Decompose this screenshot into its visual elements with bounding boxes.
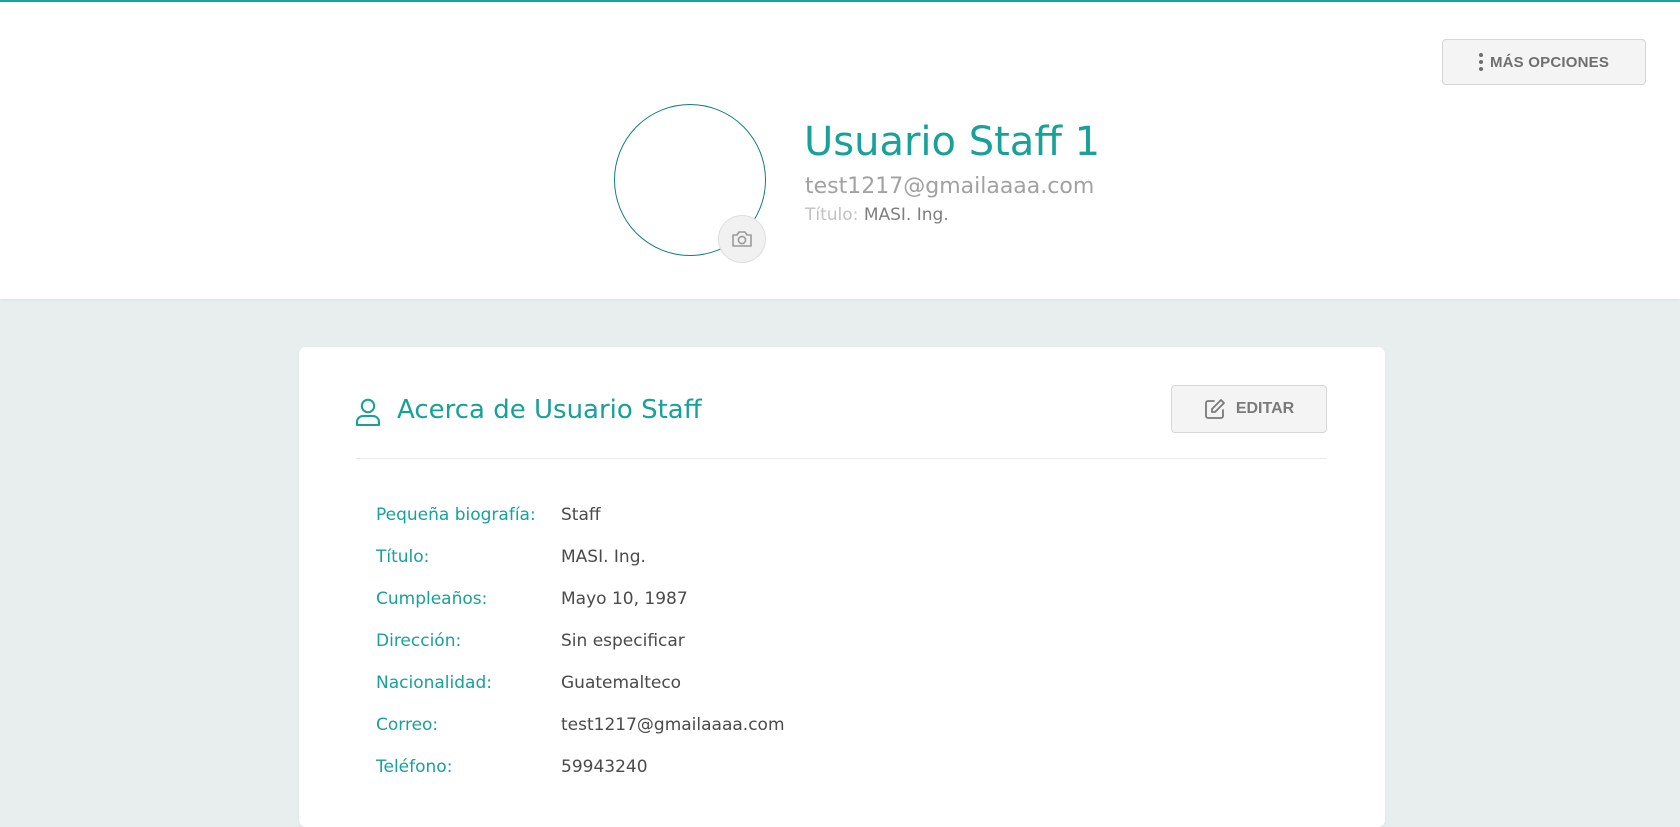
field-value: Guatemalteco: [561, 673, 682, 693]
field-value: Sin especificar: [561, 631, 685, 651]
user-email: test1217@gmailaaaa.com: [805, 174, 1095, 199]
user-title-label: Título:: [805, 205, 859, 225]
field-label: Pequeña biografía:: [376, 505, 536, 525]
user-title-value: MASI. Ing.: [863, 205, 949, 225]
camera-icon: [732, 231, 752, 247]
field-value: Mayo 10, 1987: [561, 589, 688, 609]
field-value: Staff: [561, 505, 601, 525]
field-value: 59943240: [561, 757, 648, 777]
about-title: Acerca de Usuario Staff: [397, 395, 702, 425]
field-label: Dirección:: [376, 631, 462, 651]
field-label: Teléfono:: [376, 757, 453, 777]
user-name: Usuario Staff 1: [804, 119, 1101, 165]
user-title: Título: MASI. Ing.: [805, 205, 949, 225]
field-label: Cumpleaños:: [376, 589, 488, 609]
more-options-button[interactable]: MÁS OPCIONES: [1442, 39, 1646, 85]
about-card: Acerca de Usuario Staff EDITAR Pequeña b…: [299, 347, 1385, 827]
divider: [356, 458, 1327, 459]
field-label: Nacionalidad:: [376, 673, 492, 693]
edit-label: EDITAR: [1235, 400, 1295, 417]
avatar-upload-button[interactable]: [718, 215, 766, 263]
field-label: Correo:: [376, 715, 439, 735]
more-options-label: MÁS OPCIONES: [1489, 53, 1610, 71]
user-icon: [356, 398, 380, 426]
field-value: test1217@gmailaaaa.com: [561, 715, 785, 735]
edit-button[interactable]: EDITAR: [1171, 385, 1327, 433]
edit-icon: [1204, 399, 1225, 419]
profile-header: MÁS OPCIONES Usuario Staff 1 test1217@gm…: [0, 2, 1680, 299]
kebab-menu-icon: [1478, 53, 1483, 71]
field-value: MASI. Ing.: [561, 547, 646, 567]
field-label: Título:: [376, 547, 430, 567]
